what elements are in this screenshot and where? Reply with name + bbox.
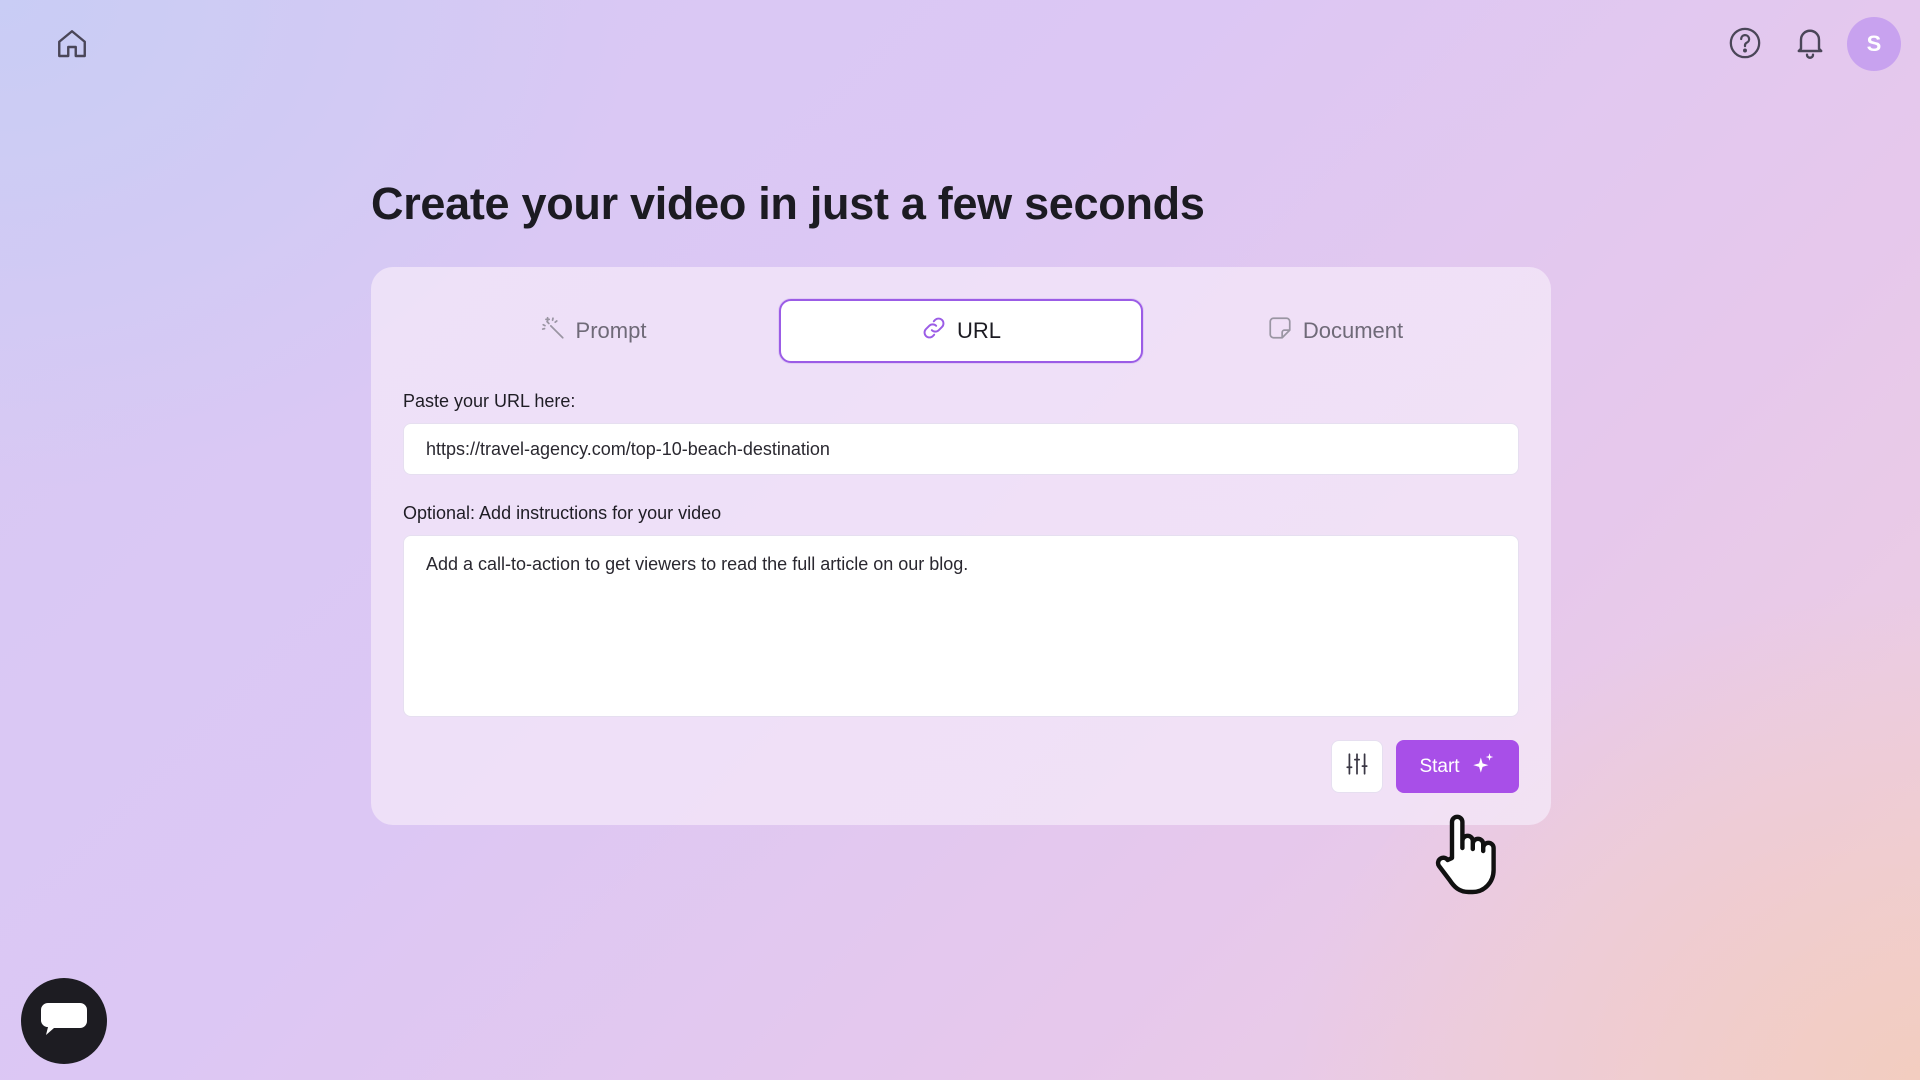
instructions-value: Add a call-to-action to get viewers to r…: [426, 554, 969, 574]
sliders-icon: [1344, 751, 1370, 782]
start-button-label: Start: [1419, 755, 1460, 777]
tab-document[interactable]: Document: [1153, 299, 1517, 363]
link-icon: [921, 315, 947, 347]
avatar[interactable]: S: [1847, 17, 1901, 71]
help-circle-icon[interactable]: [1728, 26, 1762, 60]
bell-icon[interactable]: [1792, 24, 1828, 60]
start-button[interactable]: Start: [1396, 740, 1519, 793]
chat-bubble-icon: [40, 999, 88, 1044]
chat-widget-button[interactable]: [21, 978, 107, 1064]
document-icon: [1267, 315, 1293, 347]
tab-url[interactable]: URL: [779, 299, 1143, 363]
home-icon[interactable]: [54, 26, 90, 62]
page-title: Create your video in just a few seconds: [371, 178, 1205, 229]
avatar-initial: S: [1866, 31, 1882, 56]
instructions-field-label: Optional: Add instructions for your vide…: [403, 503, 722, 523]
url-input[interactable]: https://travel-agency.com/top-10-beach-d…: [403, 423, 1519, 475]
sparkles-icon: [1470, 751, 1496, 783]
url-input-value: https://travel-agency.com/top-10-beach-d…: [426, 438, 830, 459]
pointer-cursor-icon: [1432, 810, 1504, 896]
url-field-label: Paste your URL here:: [403, 391, 576, 411]
tab-prompt[interactable]: Prompt: [411, 299, 775, 363]
magic-wand-icon: [540, 315, 566, 347]
create-video-card: Prompt URL Document Paste your URL here:…: [371, 267, 1551, 825]
tab-document-label: Document: [1302, 318, 1404, 343]
tab-url-label: URL: [956, 318, 1001, 343]
settings-button[interactable]: [1331, 740, 1383, 793]
instructions-textarea[interactable]: Add a call-to-action to get viewers to r…: [403, 535, 1519, 717]
tab-prompt-label: Prompt: [575, 318, 647, 343]
